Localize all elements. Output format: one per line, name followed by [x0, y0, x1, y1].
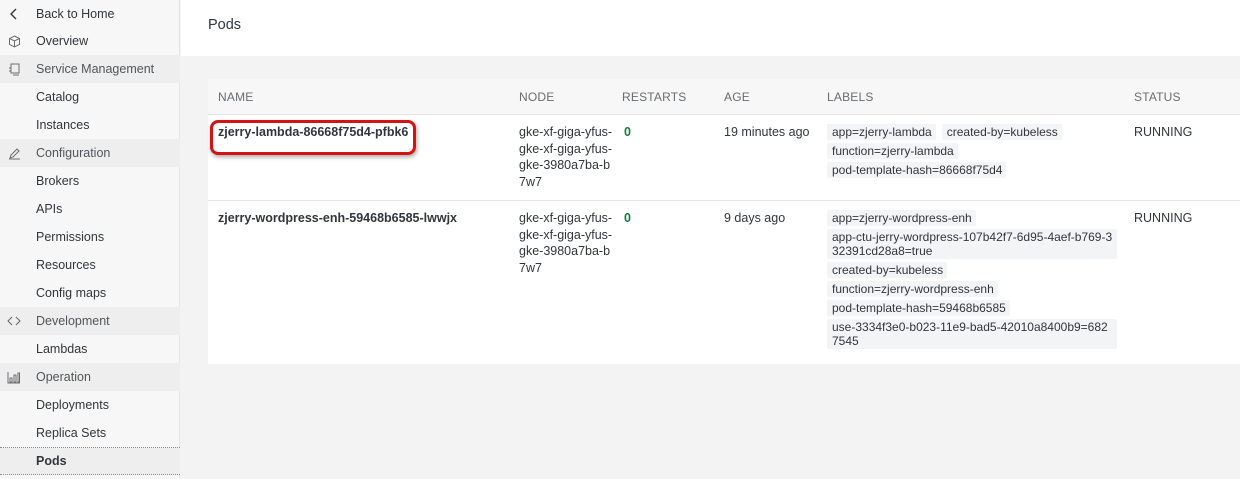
sidebar-item-resources[interactable]: Resources: [0, 251, 180, 279]
column-header-labels: LABELS: [827, 90, 874, 104]
sidebar: Back to Home Overview Service Management…: [0, 0, 180, 479]
chevron-left-icon: [7, 7, 21, 21]
pod-labels: app=zjerry-wordpress-enh app-ctu-jerry-w…: [827, 210, 1127, 349]
back-to-home-link[interactable]: Back to Home: [0, 0, 180, 28]
label-line: app=zjerry-lambda created-by=kubeless: [827, 124, 1062, 140]
sidebar-item-label: Pods: [36, 454, 67, 468]
cube-icon: [7, 34, 21, 48]
sidebar-item-config-maps[interactable]: Config maps: [0, 279, 180, 307]
pod-restarts: 0: [624, 211, 631, 225]
edit-icon: [7, 146, 21, 160]
sidebar-group-label: Operation: [36, 370, 91, 384]
highlight-annotation: [210, 120, 416, 155]
column-header-age: AGE: [724, 90, 750, 104]
label-tag: app-ctu-jerry-wordpress-107b42f7-6d95-4a…: [827, 229, 1117, 259]
code-icon: [7, 314, 21, 328]
table-row[interactable]: zjerry-wordpress-enh-59468b6585-lwwjx gk…: [208, 202, 1240, 364]
sidebar-item-label: Overview: [36, 34, 89, 48]
sidebar-item-deployments[interactable]: Deployments: [0, 391, 180, 419]
sidebar-item-instances[interactable]: Instances: [0, 111, 180, 139]
sidebar-item-label: Catalog: [36, 90, 80, 104]
label-tag: created-by=kubeless: [941, 124, 1062, 140]
sidebar-item-catalog[interactable]: Catalog: [0, 83, 180, 111]
sidebar-item-label: Replica Sets: [36, 426, 107, 440]
sidebar-group-operation[interactable]: Operation: [0, 363, 180, 391]
pod-age: 9 days ago: [724, 211, 786, 225]
label-tag: use-3334f3e0-b023-11e9-bad5-42010a8400b9…: [827, 319, 1117, 349]
label-tag: function=zjerry-wordpress-enh: [827, 281, 998, 297]
sidebar-item-label: Deployments: [36, 398, 109, 412]
sidebar-item-label: Resources: [36, 258, 96, 272]
sidebar-item-pods[interactable]: Pods: [0, 447, 180, 475]
sidebar-item-apis[interactable]: APIs: [0, 195, 180, 223]
column-header-name: NAME: [218, 90, 254, 104]
sidebar-item-overview[interactable]: Overview: [0, 27, 180, 55]
pod-node: gke-xf-giga-yfus-gke-xf-giga-yfus-gke-39…: [519, 211, 613, 275]
pod-restarts: 0: [624, 125, 631, 139]
sidebar-item-lambdas[interactable]: Lambdas: [0, 335, 180, 363]
sidebar-group-configuration[interactable]: Configuration: [0, 139, 180, 167]
sidebar-group-development[interactable]: Development: [0, 307, 180, 335]
pod-name-link[interactable]: zjerry-wordpress-enh-59468b6585-lwwjx: [218, 210, 457, 226]
sidebar-group-label: Configuration: [36, 146, 111, 160]
pod-node: gke-xf-giga-yfus-gke-xf-giga-yfus-gke-39…: [519, 125, 613, 189]
label-tag: function=zjerry-lambda: [827, 143, 958, 159]
sidebar-item-label: Brokers: [36, 174, 80, 188]
label-tag: pod-template-hash=59468b6585: [827, 300, 1010, 316]
sidebar-group-label: Development: [36, 314, 110, 328]
sidebar-item-label: Permissions: [36, 230, 105, 244]
sidebar-item-label: APIs: [36, 202, 63, 216]
sidebar-group-service-management[interactable]: Service Management: [0, 55, 180, 83]
pod-status: RUNNING: [1134, 211, 1193, 225]
sidebar-item-brokers[interactable]: Brokers: [0, 167, 180, 195]
sidebar-item-label: Instances: [36, 118, 90, 132]
sidebar-item-label: Lambdas: [36, 342, 88, 356]
sidebar-item-replica-sets[interactable]: Replica Sets: [0, 419, 180, 447]
label-tag: app=zjerry-lambda: [827, 124, 936, 140]
page-header: Pods: [181, 0, 1240, 56]
sidebar-item-permissions[interactable]: Permissions: [0, 223, 180, 251]
back-to-home-label: Back to Home: [36, 7, 115, 21]
column-header-status: STATUS: [1134, 90, 1181, 104]
sidebar-group-label: Service Management: [36, 62, 155, 76]
column-header-restarts: RESTARTS: [622, 90, 687, 104]
label-tag: created-by=kubeless: [827, 262, 948, 278]
pod-age: 19 minutes ago: [724, 125, 810, 139]
page-title: Pods: [208, 17, 242, 33]
pod-labels: app=zjerry-lambda created-by=kubeless fu…: [827, 124, 1127, 178]
label-tag: app=zjerry-wordpress-enh: [827, 210, 976, 226]
label-tag: pod-template-hash=86668f75d4: [827, 162, 1007, 178]
chart-icon: [7, 370, 21, 384]
pod-status: RUNNING: [1134, 125, 1193, 139]
service-icon: [7, 62, 21, 76]
column-header-node: NODE: [519, 90, 555, 104]
sidebar-item-label: Config maps: [36, 286, 107, 300]
table-header: NAME NODE RESTARTS AGE LABELS STATUS: [208, 79, 1240, 115]
